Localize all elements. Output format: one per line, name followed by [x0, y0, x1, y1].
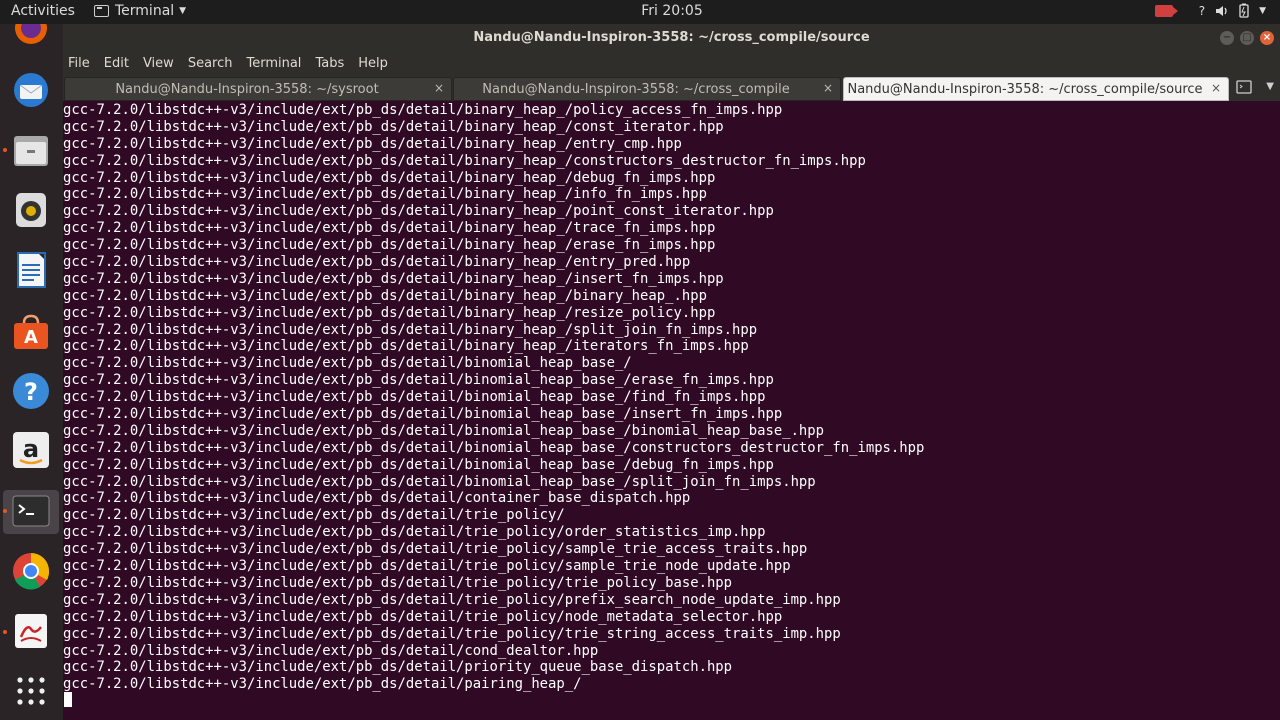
svg-text:a: a — [23, 435, 39, 463]
terminal-line: gcc-7.2.0/libstdc++-v3/include/ext/pb_ds… — [63, 642, 599, 659]
terminal-cursor — [64, 692, 72, 707]
terminal-line: gcc-7.2.0/libstdc++-v3/include/ext/pb_ds… — [63, 574, 733, 591]
tab-cross-compile[interactable]: Nandu@Nandu-Inspiron-3558: ~/cross_compi… — [453, 77, 841, 101]
terminal-line: gcc-7.2.0/libstdc++-v3/include/ext/pb_ds… — [63, 220, 716, 237]
firefox-icon[interactable] — [11, 24, 51, 50]
window-controls: − □ × — [1220, 31, 1274, 45]
menu-search[interactable]: Search — [188, 56, 233, 76]
terminal-line: gcc-7.2.0/libstdc++-v3/include/ext/pb_ds… — [63, 591, 841, 608]
terminal-line: gcc-7.2.0/libstdc++-v3/include/ext/pb_ds… — [63, 456, 774, 473]
terminal-line: gcc-7.2.0/libstdc++-v3/include/ext/pb_ds… — [63, 406, 783, 423]
menu-view[interactable]: View — [143, 56, 174, 76]
terminal-output[interactable]: gcc-7.2.0/libstdc++-v3/include/ext/pb_ds… — [63, 101, 1280, 720]
close-tab-icon[interactable]: × — [434, 81, 444, 95]
files-icon[interactable] — [11, 130, 51, 170]
close-tab-icon[interactable]: × — [823, 81, 833, 95]
menu-edit[interactable]: Edit — [104, 56, 129, 76]
terminal-line: gcc-7.2.0/libstdc++-v3/include/ext/pb_ds… — [63, 355, 632, 372]
top-bar: Activities Terminal ▼ Fri 20:05 ? ▼ — [0, 0, 1280, 24]
terminal-line: gcc-7.2.0/libstdc++-v3/include/ext/pb_ds… — [63, 439, 925, 456]
terminal-line: gcc-7.2.0/libstdc++-v3/include/ext/pb_ds… — [63, 389, 766, 406]
menu-help[interactable]: Help — [358, 56, 388, 76]
system-menu-chevron-icon[interactable]: ▼ — [1259, 6, 1266, 16]
terminal-line: gcc-7.2.0/libstdc++-v3/include/ext/pb_ds… — [63, 625, 841, 642]
terminal-line: gcc-7.2.0/libstdc++-v3/include/ext/pb_ds… — [63, 321, 758, 338]
terminal-line: gcc-7.2.0/libstdc++-v3/include/ext/pb_ds… — [63, 507, 565, 524]
window-title: Nandu@Nandu-Inspiron-3558: ~/cross_compi… — [473, 30, 870, 45]
terminal-line: gcc-7.2.0/libstdc++-v3/include/ext/pb_ds… — [63, 338, 749, 355]
terminal-line: gcc-7.2.0/libstdc++-v3/include/ext/pb_ds… — [63, 186, 707, 203]
close-tab-icon[interactable]: × — [1211, 81, 1221, 95]
terminal-line: gcc-7.2.0/libstdc++-v3/include/ext/pb_ds… — [63, 203, 774, 220]
terminal-line: gcc-7.2.0/libstdc++-v3/include/ext/pb_ds… — [63, 676, 582, 693]
terminal-line: gcc-7.2.0/libstdc++-v3/include/ext/pb_ds… — [63, 558, 791, 575]
terminal-line: gcc-7.2.0/libstdc++-v3/include/ext/pb_ds… — [63, 118, 724, 135]
clock[interactable]: Fri 20:05 — [0, 3, 1280, 19]
menu-terminal[interactable]: Terminal — [246, 56, 301, 76]
tab-sysroot[interactable]: Nandu@Nandu-Inspiron-3558: ~/sysroot × — [64, 77, 452, 101]
rhythmbox-icon[interactable] — [11, 190, 51, 230]
minimize-button[interactable]: − — [1220, 31, 1234, 45]
close-window-button[interactable]: × — [1260, 31, 1274, 45]
svg-text:A: A — [24, 327, 38, 348]
system-tray[interactable]: ? ▼ — [1154, 3, 1266, 18]
libreoffice-writer-icon[interactable] — [11, 250, 51, 290]
terminal-line: gcc-7.2.0/libstdc++-v3/include/ext/pb_ds… — [63, 541, 808, 558]
terminal-line: gcc-7.2.0/libstdc++-v3/include/ext/pb_ds… — [63, 254, 691, 271]
tab-cross-compile-source[interactable]: Nandu@Nandu-Inspiron-3558: ~/cross_compi… — [843, 77, 1229, 101]
running-indicator — [3, 630, 7, 634]
running-indicator — [3, 509, 7, 513]
terminal-line: gcc-7.2.0/libstdc++-v3/include/ext/pb_ds… — [63, 287, 707, 304]
tab-label: Nandu@Nandu-Inspiron-3558: ~/cross_compi… — [847, 82, 1203, 97]
new-tab-icon[interactable] — [1236, 80, 1252, 98]
window-title-bar[interactable]: Nandu@Nandu-Inspiron-3558: ~/cross_compi… — [63, 24, 1280, 52]
terminal-line: gcc-7.2.0/libstdc++-v3/include/ext/pb_ds… — [63, 372, 774, 389]
tab-list-chevron-icon[interactable]: ▼ — [1266, 81, 1274, 92]
battery-icon[interactable] — [1239, 3, 1249, 18]
terminal-line: gcc-7.2.0/libstdc++-v3/include/ext/pb_ds… — [63, 270, 724, 287]
terminal-line: gcc-7.2.0/libstdc++-v3/include/ext/pb_ds… — [63, 169, 716, 186]
menu-file[interactable]: File — [68, 56, 90, 76]
tab-label: Nandu@Nandu-Inspiron-3558: ~/cross_compi… — [482, 82, 790, 97]
screen-recording-icon[interactable] — [1154, 4, 1178, 17]
ubuntu-software-icon[interactable]: A — [11, 312, 51, 352]
tab-bar: Nandu@Nandu-Inspiron-3558: ~/sysroot × N… — [63, 76, 1280, 101]
terminal-line: gcc-7.2.0/libstdc++-v3/include/ext/pb_ds… — [63, 237, 716, 254]
volume-icon[interactable] — [1215, 4, 1229, 18]
show-applications-icon[interactable] — [11, 671, 51, 711]
amazon-icon[interactable]: a — [11, 430, 51, 470]
terminal-line: gcc-7.2.0/libstdc++-v3/include/ext/pb_ds… — [63, 659, 733, 676]
terminal-dock-icon[interactable] — [11, 491, 51, 531]
terminal-line: gcc-7.2.0/libstdc++-v3/include/ext/pb_ds… — [63, 608, 783, 625]
chrome-icon[interactable] — [11, 551, 51, 591]
document-viewer-icon[interactable] — [11, 611, 51, 651]
terminal-line: gcc-7.2.0/libstdc++-v3/include/ext/pb_ds… — [63, 135, 682, 152]
help-icon-dock[interactable]: ? — [11, 371, 51, 411]
terminal-line: gcc-7.2.0/libstdc++-v3/include/ext/pb_ds… — [63, 422, 825, 439]
terminal-line: gcc-7.2.0/libstdc++-v3/include/ext/pb_ds… — [63, 304, 716, 321]
running-indicator — [3, 148, 7, 152]
help-icon[interactable]: ? — [1199, 4, 1205, 18]
tab-label: Nandu@Nandu-Inspiron-3558: ~/sysroot — [115, 82, 379, 97]
maximize-button[interactable]: □ — [1240, 31, 1254, 45]
terminal-line: gcc-7.2.0/libstdc++-v3/include/ext/pb_ds… — [63, 473, 816, 490]
menu-bar: File Edit View Search Terminal Tabs Help — [63, 52, 1280, 76]
dock: A ? a — [0, 24, 63, 720]
thunderbird-icon[interactable] — [11, 70, 51, 110]
terminal-line: gcc-7.2.0/libstdc++-v3/include/ext/pb_ds… — [63, 102, 783, 118]
terminal-line: gcc-7.2.0/libstdc++-v3/include/ext/pb_ds… — [63, 490, 691, 507]
menu-tabs[interactable]: Tabs — [315, 56, 344, 76]
terminal-line: gcc-7.2.0/libstdc++-v3/include/ext/pb_ds… — [63, 524, 766, 541]
svg-text:?: ? — [24, 378, 38, 406]
terminal-line: gcc-7.2.0/libstdc++-v3/include/ext/pb_ds… — [63, 152, 866, 169]
